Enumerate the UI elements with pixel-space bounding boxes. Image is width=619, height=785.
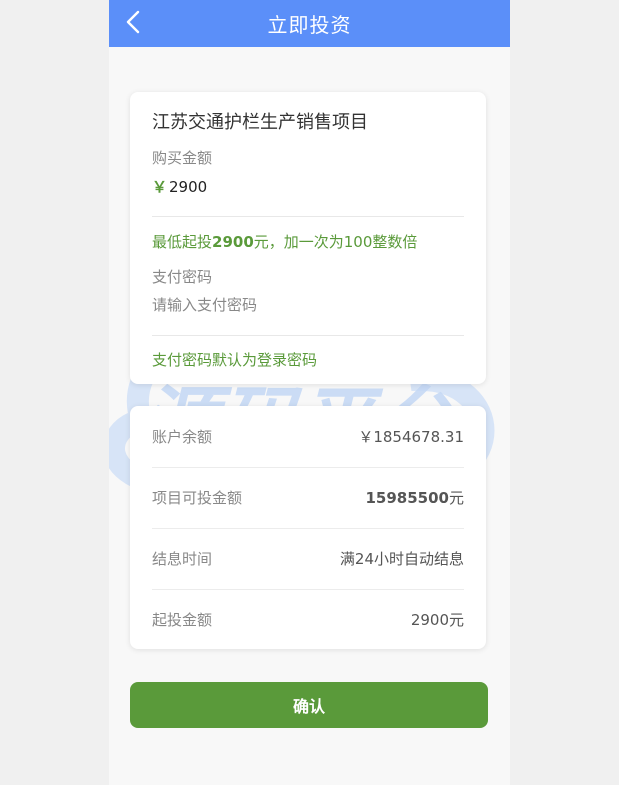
summary-row-min: 起投金额 2900元 [152,589,464,649]
min-investment-hint: 最低起投2900元，加一次为100整数倍 [152,231,417,252]
divider [152,216,464,217]
row-label: 项目可投金额 [152,488,243,507]
back-button[interactable] [123,8,143,36]
divider [152,335,464,336]
app-header: 立即投资 [109,0,510,47]
row-label: 起投金额 [152,610,213,629]
order-card: 江苏交通护栏生产销售项目 购买金额 ￥ 2900 最低起投2900元，加一次为10… [130,92,486,384]
page-title: 立即投资 [267,13,352,37]
amount-input[interactable]: ￥ 2900 [152,176,207,197]
hint-suffix: 元，加一次为100整数倍 [253,233,418,251]
password-note: 支付密码默认为登录密码 [152,351,318,369]
row-value: 2900元 [410,610,464,629]
hint-min-amount: 2900 [212,233,254,251]
summary-row-available: 项目可投金额 15985500元 [152,467,464,527]
project-name: 江苏交通护栏生产销售项目 [152,112,368,133]
password-input[interactable] [152,292,452,318]
row-value-unit: 元 [448,488,464,507]
password-label: 支付密码 [152,268,213,286]
chevron-left-icon [126,10,140,34]
phone-screen: 立即投资 源码平台 www.ympt.cc 江苏交通护栏生产销售项目 购买金额 … [109,0,510,785]
row-value: 满24小时自动结息 [339,549,464,568]
row-value: ￥1854678.31 [358,427,464,446]
summary-row-interest: 结息时间 满24小时自动结息 [152,528,464,588]
summary-card: 账户余额 ￥1854678.31 项目可投金额 15985500元 结息时间 满… [130,406,486,649]
confirm-button[interactable]: 确认 [130,682,488,728]
row-value-number: 15985500 [365,488,449,507]
currency-symbol: ￥ [152,178,168,196]
row-label: 结息时间 [152,549,213,568]
row-value: 15985500元 [365,487,464,508]
hint-prefix: 最低起投 [152,233,213,251]
amount-label: 购买金额 [152,149,213,167]
row-label: 账户余额 [152,427,213,446]
amount-value: 2900 [169,178,208,196]
summary-row-balance: 账户余额 ￥1854678.31 [152,406,464,466]
